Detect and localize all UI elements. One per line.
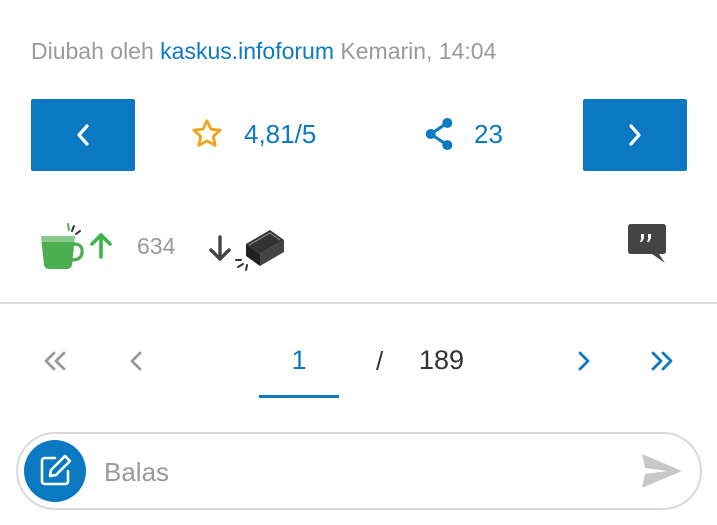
- edited-author-link[interactable]: kaskus.infoforum: [160, 38, 334, 64]
- next-thread-button[interactable]: [583, 99, 687, 171]
- chevron-right-icon: [629, 124, 641, 146]
- section-divider: [0, 302, 717, 304]
- share-button[interactable]: 23: [422, 114, 503, 154]
- star-outline-icon: [192, 119, 222, 147]
- reply-placeholder: Balas: [104, 457, 170, 487]
- quote-bubble-icon[interactable]: [626, 223, 668, 265]
- cendol-cup-icon[interactable]: [38, 222, 88, 272]
- previous-thread-button[interactable]: [31, 99, 135, 171]
- arrow-up-icon[interactable]: [88, 232, 114, 260]
- rating-value: 4,81/5: [244, 118, 317, 149]
- total-pages: 189: [419, 345, 465, 375]
- chevron-left-icon: [77, 124, 89, 146]
- reply-input-bar[interactable]: Balas: [16, 432, 702, 510]
- arrow-down-icon[interactable]: [207, 234, 233, 262]
- send-icon[interactable]: [640, 451, 684, 491]
- share-count: 23: [474, 118, 503, 149]
- edited-time: Kemarin, 14:04: [340, 38, 497, 64]
- cendol-count: 634: [137, 233, 176, 259]
- previous-page-icon[interactable]: [121, 346, 151, 376]
- first-page-icon[interactable]: [40, 346, 70, 376]
- edit-note-icon: [40, 454, 72, 486]
- edited-prefix: Diubah oleh: [31, 38, 154, 64]
- rating-button[interactable]: 4,81/5: [190, 114, 316, 154]
- bata-brick-icon[interactable]: [232, 226, 286, 272]
- last-page-icon[interactable]: [647, 346, 677, 376]
- page-separator: /: [376, 346, 384, 376]
- edited-info: Diubah oleh kaskus.infoforum Kemarin, 14…: [31, 38, 496, 65]
- reply-edit-button[interactable]: [24, 440, 86, 502]
- share-icon: [425, 117, 453, 151]
- next-page-icon[interactable]: [569, 346, 599, 376]
- current-page-input[interactable]: 1: [259, 338, 339, 398]
